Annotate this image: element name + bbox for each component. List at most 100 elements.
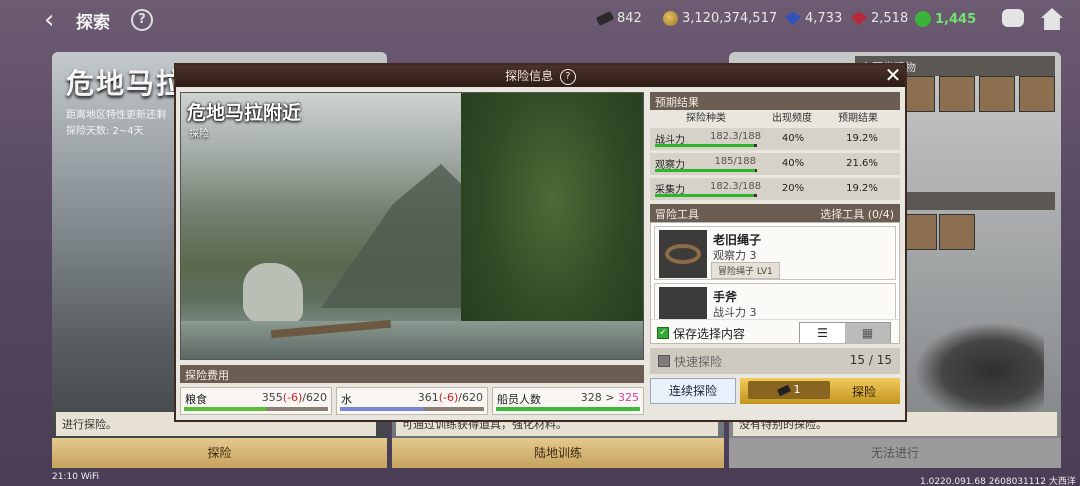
finding-thumbnail[interactable] bbox=[979, 76, 1015, 112]
sapphire-icon bbox=[785, 11, 801, 26]
top-bar: ‹ 探索 ? 842 3,120,374,517 4,733 2,518 1,4… bbox=[0, 0, 1080, 40]
tool-name: 手斧 bbox=[713, 290, 738, 304]
region-subtitle: 距离地区特性更新还剩 bbox=[66, 110, 166, 121]
cost-food: 粮食 355(-6)/620 bbox=[180, 387, 332, 415]
grid-view-icon[interactable]: ▦ bbox=[845, 323, 890, 343]
stat-bar-fill bbox=[655, 194, 754, 197]
row-frequency: 40% bbox=[781, 133, 805, 144]
finding-thumbnail[interactable] bbox=[1019, 76, 1055, 112]
start-explore-button[interactable]: 1 探险 bbox=[740, 378, 900, 404]
stat-bar bbox=[655, 144, 757, 147]
dialog-title: 探险信息 bbox=[505, 69, 554, 83]
table-row: 战斗力 182.3/188 40% 19.2% bbox=[650, 128, 900, 150]
col-result: 预期结果 bbox=[838, 113, 878, 124]
tool-list[interactable]: 老旧绳子 观察力 3 冒险绳子 LV1 手斧 战斗力 3 ✓ 保存选择内容 ☰ … bbox=[650, 222, 900, 344]
resource-value: 2,518 bbox=[871, 11, 909, 26]
cost-crew: 船员人数 328 > 325 bbox=[492, 387, 644, 415]
save-selection-checkbox[interactable]: ✓ bbox=[657, 327, 669, 339]
stat-bar bbox=[655, 169, 757, 172]
quick-explore-checkbox[interactable] bbox=[658, 355, 670, 367]
cost-label: 粮食 bbox=[185, 393, 207, 406]
gorilla-illustration bbox=[914, 322, 1044, 412]
cost-label: 船员人数 bbox=[497, 393, 541, 406]
adventure-tools: 冒险工具 选择工具 (0/4) 老旧绳子 观察力 3 冒险绳子 LV1 手斧 战… bbox=[650, 204, 900, 344]
tool-stat: 战斗力 3 bbox=[713, 306, 757, 319]
wifi-indicator: WiFi bbox=[80, 472, 100, 482]
tool-stat: 观察力 3 bbox=[713, 249, 757, 262]
tool-name: 老旧绳子 bbox=[713, 233, 762, 247]
gold-coin-icon bbox=[663, 11, 678, 26]
cost-value: 361(-6)/620 bbox=[417, 391, 483, 404]
cost-bar bbox=[340, 407, 484, 411]
tool-item[interactable]: 老旧绳子 观察力 3 冒险绳子 LV1 bbox=[654, 226, 896, 280]
quick-explore-count: 15 / 15 bbox=[849, 353, 892, 367]
region-title: 危地马拉 bbox=[66, 67, 187, 100]
explore-button[interactable]: 探险 bbox=[52, 438, 387, 468]
list-view-icon[interactable]: ☰ bbox=[800, 323, 845, 343]
close-icon[interactable]: ✕ bbox=[883, 65, 903, 86]
exploration-cost: 探险费用 粮食 355(-6)/620 水 361(-6)/620 船员人数 3… bbox=[180, 365, 644, 419]
resource-gold: 3,120,374,517 bbox=[663, 11, 777, 26]
dialog-help-button[interactable]: ? bbox=[559, 68, 576, 85]
right-column: 预期结果 探险种类 出现频度 预期结果 战斗力 182.3/188 40% 19… bbox=[650, 92, 900, 404]
exploration-info-dialog: 探险信息 ? ✕ 危地马拉附近 探险 探险费用 粮食 355(-6)/620 水… bbox=[174, 63, 907, 422]
row-stat: 185/188 bbox=[714, 156, 756, 167]
row-frequency: 20% bbox=[781, 183, 805, 194]
quick-explore-row: 快速探险 15 / 15 bbox=[650, 348, 900, 374]
tools-header: 冒险工具 选择工具 (0/4) bbox=[650, 204, 900, 222]
resource-ticket: 842 bbox=[595, 11, 642, 26]
cost-bar bbox=[496, 407, 640, 411]
view-toggle[interactable]: ☰ ▦ bbox=[799, 322, 891, 343]
gear-token-icon bbox=[915, 11, 931, 27]
chat-icon[interactable] bbox=[1002, 9, 1024, 27]
cost-label: 水 bbox=[341, 393, 352, 406]
scene-jungle bbox=[461, 93, 643, 359]
select-tools-link[interactable]: 选择工具 (0/4) bbox=[820, 206, 894, 222]
rope-icon bbox=[659, 230, 707, 278]
row-frequency: 40% bbox=[781, 158, 805, 169]
unavailable-button: 无法进行 bbox=[729, 438, 1061, 468]
row-result: 21.6% bbox=[846, 158, 878, 169]
table-row: 采集力 182.3/188 20% 19.2% bbox=[650, 178, 900, 200]
save-selection-row: ✓ 保存选择内容 ☰ ▦ bbox=[651, 319, 899, 343]
save-selection-label: 保存选择内容 bbox=[673, 327, 746, 341]
col-type: 探险种类 bbox=[686, 113, 726, 124]
dialog-header: 探险信息 ? bbox=[176, 65, 905, 87]
cost-value: 355(-6)/620 bbox=[261, 391, 327, 404]
cost-bar bbox=[184, 407, 328, 411]
tools-title: 冒险工具 bbox=[655, 208, 699, 221]
resource-value: 842 bbox=[617, 11, 642, 26]
quick-explore-label: 快速探险 bbox=[674, 355, 723, 369]
home-icon[interactable] bbox=[1041, 8, 1063, 30]
col-frequency: 出现频度 bbox=[772, 113, 812, 124]
clock: 21:10 bbox=[52, 472, 78, 482]
row-result: 19.2% bbox=[846, 133, 878, 144]
version-label: 1.0220.091.68 2608031112 大西洋 bbox=[920, 477, 1076, 486]
resource-value: 3,120,374,517 bbox=[682, 11, 778, 26]
resource-sapphire: 4,733 bbox=[785, 11, 842, 26]
start-explore-label: 探险 bbox=[851, 385, 876, 399]
resource-ruby: 2,518 bbox=[851, 11, 908, 26]
ticket-cost-badge: 1 bbox=[748, 381, 830, 399]
table-row: 观察力 185/188 40% 21.6% bbox=[650, 153, 900, 175]
ticket-icon bbox=[776, 384, 791, 396]
scene-subtitle: 探险 bbox=[189, 129, 209, 140]
chest-icon[interactable] bbox=[939, 214, 975, 250]
region-days: 探险天数: 2~4天 bbox=[66, 126, 144, 137]
stat-bar bbox=[655, 194, 757, 197]
help-button[interactable]: ? bbox=[131, 9, 153, 31]
scene-beach bbox=[181, 321, 643, 359]
device-status: 21:10 WiFi bbox=[52, 472, 99, 482]
resource-value: 1,445 bbox=[935, 11, 977, 27]
region-scene-image: 危地马拉附近 探险 bbox=[180, 92, 644, 360]
continuous-explore-button[interactable]: 连续探险 bbox=[650, 378, 736, 404]
cost-bar-fill bbox=[184, 407, 267, 411]
finding-thumbnail[interactable] bbox=[939, 76, 975, 112]
expected-table-header: 探险种类 出现频度 预期结果 bbox=[650, 110, 900, 128]
land-training-button[interactable]: 陆地训练 bbox=[392, 438, 724, 468]
tool-tag: 冒险绳子 LV1 bbox=[711, 262, 780, 279]
action-buttons: 连续探险 1 探险 bbox=[650, 378, 900, 404]
resource-value: 4,733 bbox=[805, 11, 843, 26]
cost-water: 水 361(-6)/620 bbox=[336, 387, 488, 415]
back-arrow-icon[interactable]: ‹ bbox=[44, 6, 68, 34]
